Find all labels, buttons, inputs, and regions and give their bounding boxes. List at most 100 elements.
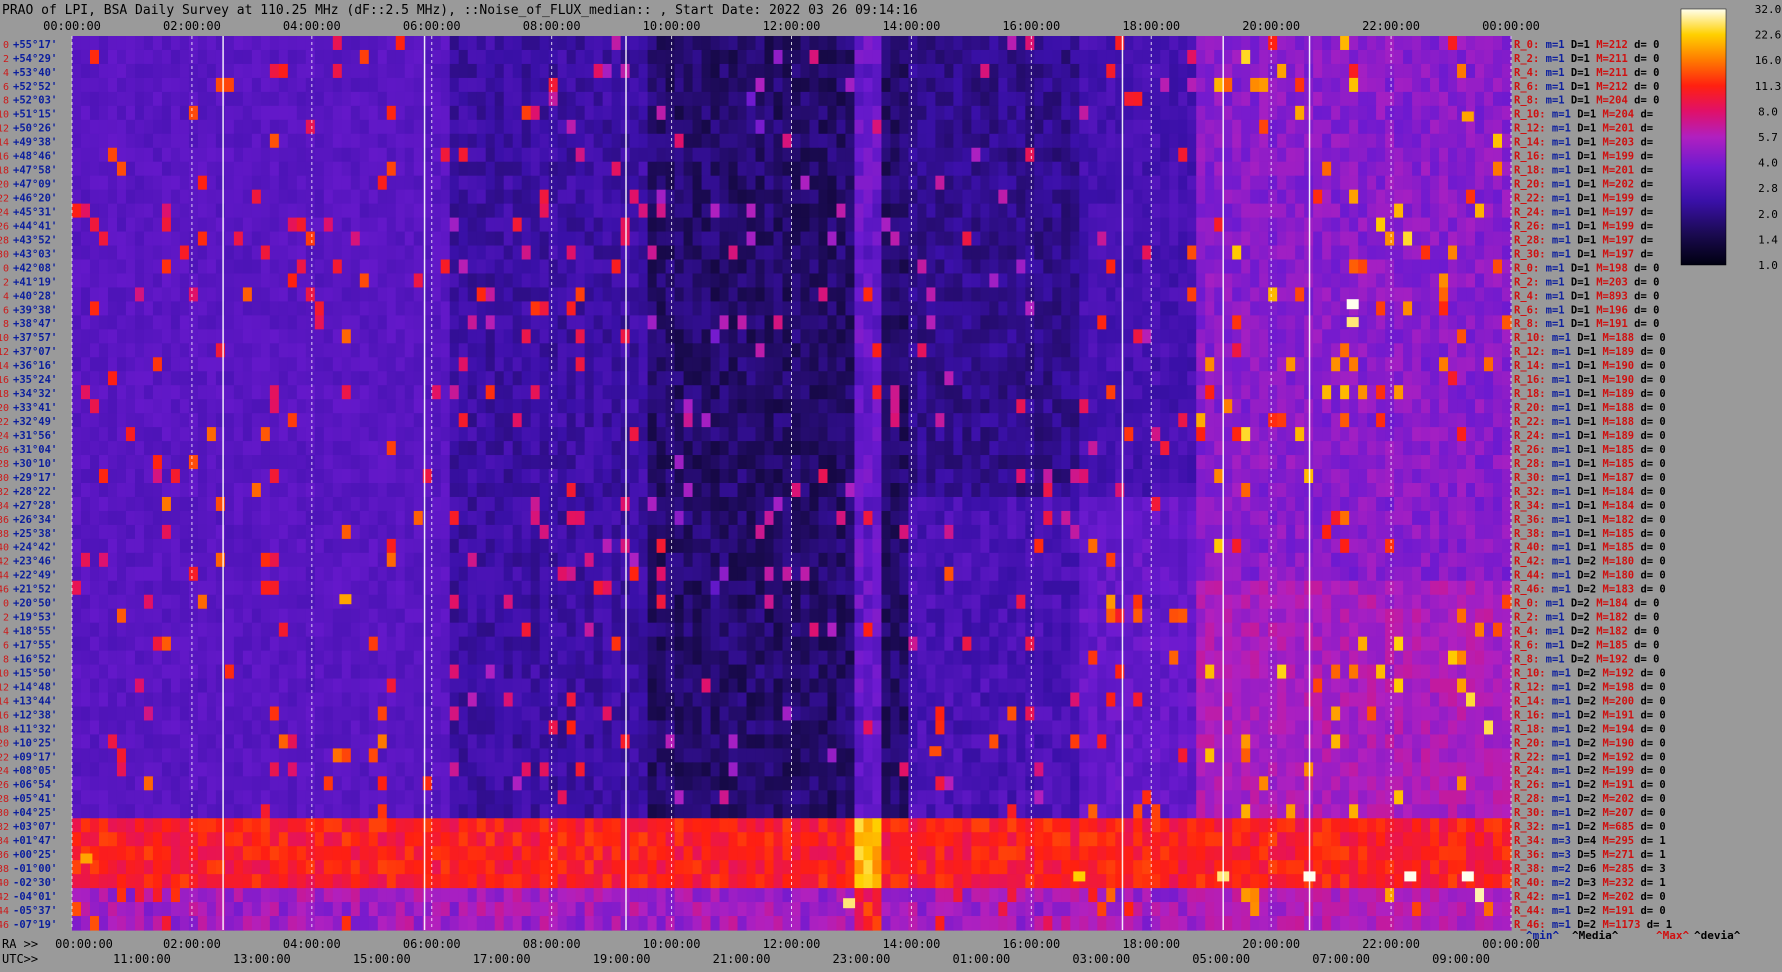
beam-number-label: 24 (0, 766, 9, 777)
stats-legend-item: ^Max^ (1656, 929, 1689, 942)
beam-stat-row: R_36: m=1 D=1 M=182 d= 0 (1514, 514, 1666, 526)
declination-label: +43°52' (13, 234, 57, 246)
beam-number-label: 0 (3, 263, 9, 274)
declination-label: +00°25' (13, 849, 57, 861)
beam-number-label: 2 (3, 613, 9, 624)
declination-label: +44°41' (13, 220, 57, 232)
ra-tick-label: 14:00:00 (883, 937, 941, 951)
beam-number-label: 22 (0, 752, 9, 763)
beam-number-label: 36 (0, 515, 9, 526)
declination-label: +52°03' (13, 95, 57, 107)
beam-number-label: 12 (0, 347, 9, 358)
beam-number-label: 32 (0, 487, 9, 498)
beam-stat-row: R_4: m=1 D=1 M=211 d= 0 (1514, 67, 1659, 79)
declination-label: +40°28' (13, 290, 57, 302)
ra-tick-label: 12:00:00 (763, 937, 821, 951)
beam-stat-row: R_22: m=1 D=2 M=192 d= 0 (1514, 751, 1666, 763)
beam-stat-row: R_38: m=2 D=6 M=285 d= 3 (1514, 863, 1666, 875)
top-time-axis: 00:00:00 02:00:00 04:00:00 06:00:00 08:00:00… (43, 19, 1540, 33)
declination-label: +01°47' (13, 835, 57, 847)
declination-label: +39°38' (13, 304, 57, 316)
top-tick-label: 08:00:00 (523, 19, 581, 33)
beam-number-label: 26 (0, 445, 9, 456)
beam-stat-row: R_14: m=1 D=2 M=200 d= 0 (1514, 695, 1666, 707)
beam-number-label: 12 (0, 682, 9, 693)
ra-tick-label: 20:00:00 (1242, 937, 1300, 951)
beam-number-label: 2 (3, 54, 9, 65)
beam-number-label: 0 (3, 40, 9, 51)
beam-stat-row: R_36: m=3 D=5 M=271 d= 1 (1514, 849, 1666, 861)
beam-number-label: 36 (0, 850, 9, 861)
beam-stat-row: R_6: m=1 D=1 M=196 d= 0 (1514, 304, 1659, 316)
beam-number-label: 44 (0, 571, 9, 582)
bottom-time-axes: RA >> 00:00:00 02:00:00 04:00:00 06:00:00 08:… (2, 937, 1540, 966)
beam-stat-row: R_12: m=1 D=1 M=201 d= (1514, 123, 1653, 135)
beam-stat-row: R_18: m=1 D=1 M=201 d= (1514, 165, 1653, 177)
beam-number-label: 34 (0, 836, 9, 847)
top-tick-label: 20:00:00 (1242, 19, 1300, 33)
ra-tick-label: 10:00:00 (643, 937, 701, 951)
declination-label: -02°30' (13, 877, 57, 889)
declination-label: +35°24' (13, 374, 57, 386)
declination-label: +43°03' (13, 248, 57, 260)
declination-label: +55°17' (13, 39, 57, 51)
declination-label: +24°42' (13, 542, 57, 554)
beam-number-label: 6 (3, 82, 9, 93)
declination-label: +37°57' (13, 332, 57, 344)
colorbar-tick-label: 11.3 (1755, 80, 1782, 93)
declination-label: +31°56' (13, 430, 57, 442)
beam-number-label: 42 (0, 557, 9, 568)
declination-label: +41°19' (13, 276, 57, 288)
beam-number-label: 40 (0, 543, 9, 554)
beam-number-label: 0 (3, 599, 9, 610)
declination-label: -07°19' (13, 919, 57, 931)
beam-stat-row: R_12: m=1 D=1 M=189 d= 0 (1514, 346, 1666, 358)
beam-stat-row: R_2: m=1 D=1 M=203 d= 0 (1514, 276, 1659, 288)
colorbar-tick-label: 5.7 (1758, 131, 1778, 144)
declination-label: +48°46' (13, 151, 57, 163)
declination-label: +16°52' (13, 653, 57, 665)
beam-stat-row: R_20: m=1 D=1 M=202 d= (1514, 179, 1653, 191)
beam-number-label: 8 (3, 319, 9, 330)
ra-tick-label: 08:00:00 (523, 937, 581, 951)
declination-label: -04°01' (13, 891, 57, 903)
declination-label: +29°17' (13, 472, 57, 484)
beam-stat-row: R_44: m=1 D=2 M=191 d= 0 (1514, 905, 1666, 917)
beam-stat-row: R_0: m=1 D=1 M=212 d= 0 (1514, 39, 1659, 51)
beam-number-label: 42 (0, 892, 9, 903)
declination-label: +08°05' (13, 765, 57, 777)
beam-stat-row: R_24: m=1 D=1 M=189 d= 0 (1514, 430, 1666, 442)
beam-stat-row: R_26: m=1 D=1 M=185 d= 0 (1514, 444, 1666, 456)
declination-label: +05°41' (13, 793, 57, 805)
declination-label: +18°55' (13, 626, 57, 638)
declination-label: +22°49' (13, 570, 57, 582)
declination-label: +46°20' (13, 193, 57, 205)
beam-stat-row: R_8: m=1 D=1 M=191 d= 0 (1514, 318, 1659, 330)
declination-label: +14°48' (13, 681, 57, 693)
beam-stat-row: R_18: m=1 D=1 M=189 d= 0 (1514, 388, 1666, 400)
beam-number-label: 4 (3, 68, 9, 79)
stats-legend-item: ^devia^ (1694, 929, 1741, 942)
top-tick-label: 00:00:00 (43, 19, 101, 33)
beam-number-label: 32 (0, 822, 9, 833)
declination-label: +53°40' (13, 67, 57, 79)
beam-number-label: 46 (0, 920, 9, 931)
beam-stat-row: R_2: m=1 D=2 M=182 d= 0 (1514, 612, 1659, 624)
ra-tick-label: 18:00:00 (1122, 937, 1180, 951)
declination-label: +09°17' (13, 751, 57, 763)
chart-title: PRAO of LPI, BSA Daily Survey at 110.25 … (2, 3, 918, 18)
declination-label: +33°41' (13, 402, 57, 414)
beam-stat-row: R_34: m=1 D=1 M=184 d= 0 (1514, 500, 1666, 512)
declination-label: +49°38' (13, 137, 57, 149)
beam-number-label: 16 (0, 375, 9, 386)
beam-number-label: 10 (0, 333, 9, 344)
declination-label: +37°07' (13, 346, 57, 358)
utc-tick-label: 01:00:00 (952, 952, 1010, 966)
beam-stat-row: R_6: m=1 D=2 M=185 d= 0 (1514, 640, 1659, 652)
ra-axis-prefix: RA >> (2, 937, 38, 951)
ra-tick-label: 22:00:00 (1362, 937, 1420, 951)
beam-stat-row: R_30: m=1 D=1 M=187 d= 0 (1514, 472, 1666, 484)
beam-stat-row: R_4: m=1 D=1 M=893 d= 0 (1514, 290, 1659, 302)
colorbar-tick-label: 2.0 (1758, 208, 1778, 221)
utc-tick-label: 21:00:00 (713, 952, 771, 966)
